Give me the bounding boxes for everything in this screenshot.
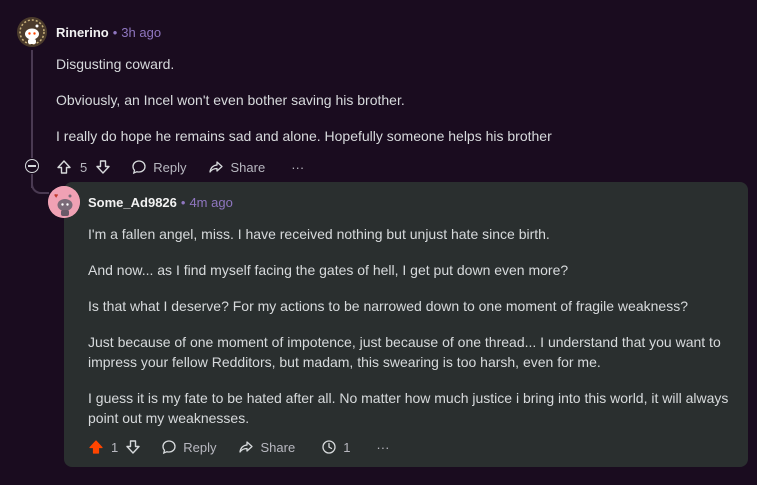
timestamp[interactable]: 4m ago — [189, 195, 232, 210]
more-options-icon: ··· — [376, 439, 390, 455]
share-icon — [239, 441, 254, 453]
more-options-icon: ··· — [291, 159, 305, 175]
upvote-icon — [57, 160, 71, 174]
share-button[interactable]: Share — [238, 439, 295, 455]
comment-paragraph: Disgusting coward. — [56, 56, 175, 72]
share-label: Share — [230, 159, 266, 175]
share-icon — [209, 161, 224, 173]
reply-label: Reply — [153, 159, 187, 175]
timestamp[interactable]: 3h ago — [121, 25, 161, 40]
downvote-icon — [126, 440, 140, 454]
avatar[interactable] — [17, 17, 47, 47]
award-button[interactable]: 1 — [321, 439, 350, 455]
upvote-active-icon — [89, 440, 103, 454]
comment-bubble-icon — [132, 160, 146, 175]
share-button[interactable]: Share — [208, 159, 265, 175]
snoo-avatar-icon — [17, 17, 47, 47]
meta-separator: • — [112, 25, 118, 40]
more-options-button[interactable]: ··· — [376, 440, 389, 455]
reply-paragraph: And now... as I find myself facing the g… — [88, 262, 569, 278]
comment-bubble-icon — [162, 440, 176, 455]
comment-paragraph: I really do hope he remains sad and alon… — [56, 128, 552, 144]
downvote-button[interactable] — [95, 159, 111, 175]
username[interactable]: Some_Ad9826 — [88, 195, 177, 210]
share-label: Share — [260, 439, 296, 455]
collapse-thread-button[interactable] — [25, 159, 39, 173]
upvote-button[interactable] — [88, 439, 104, 455]
reply-connector-curve — [31, 180, 49, 194]
snoo-avatar-icon: ♥ — [48, 186, 80, 218]
reply-actions: 1 Reply Share 1 ··· — [88, 437, 389, 457]
comment-meta: Rinerino • 3h ago — [56, 25, 161, 40]
more-options-button[interactable]: ··· — [291, 160, 304, 175]
reply-paragraph: Just because of one moment of impotence,… — [88, 334, 721, 370]
avatar[interactable]: ♥ — [48, 186, 80, 218]
downvote-icon — [96, 160, 110, 174]
reply-paragraph: I guess it is my fate to be hated after … — [88, 390, 729, 426]
downvote-button[interactable] — [125, 439, 141, 455]
reply-paragraph: I'm a fallen angel, miss. I have receive… — [88, 226, 550, 242]
meta-separator: • — [180, 195, 186, 210]
vote-score: 5 — [80, 159, 88, 175]
comment-body: Disgusting coward. Obviously, an Incel w… — [56, 54, 736, 162]
reply-paragraph: Is that what I deserve? For my actions t… — [88, 298, 688, 314]
reply-button[interactable]: Reply — [131, 159, 186, 175]
thread-line — [31, 50, 33, 158]
reply-body: I'm a fallen angel, miss. I have receive… — [88, 224, 738, 444]
reply-meta: Some_Ad9826 • 4m ago — [88, 195, 233, 210]
award-count: 1 — [343, 439, 351, 455]
award-icon — [322, 440, 336, 454]
svg-text:♥: ♥ — [54, 193, 58, 200]
reply-label: Reply — [183, 439, 217, 455]
username[interactable]: Rinerino — [56, 25, 109, 40]
comment-actions: 5 Reply Share ··· — [56, 157, 304, 177]
upvote-button[interactable] — [56, 159, 72, 175]
comment-paragraph: Obviously, an Incel won't even bother sa… — [56, 92, 405, 108]
vote-score: 1 — [111, 439, 119, 455]
reply-button[interactable]: Reply — [161, 439, 216, 455]
